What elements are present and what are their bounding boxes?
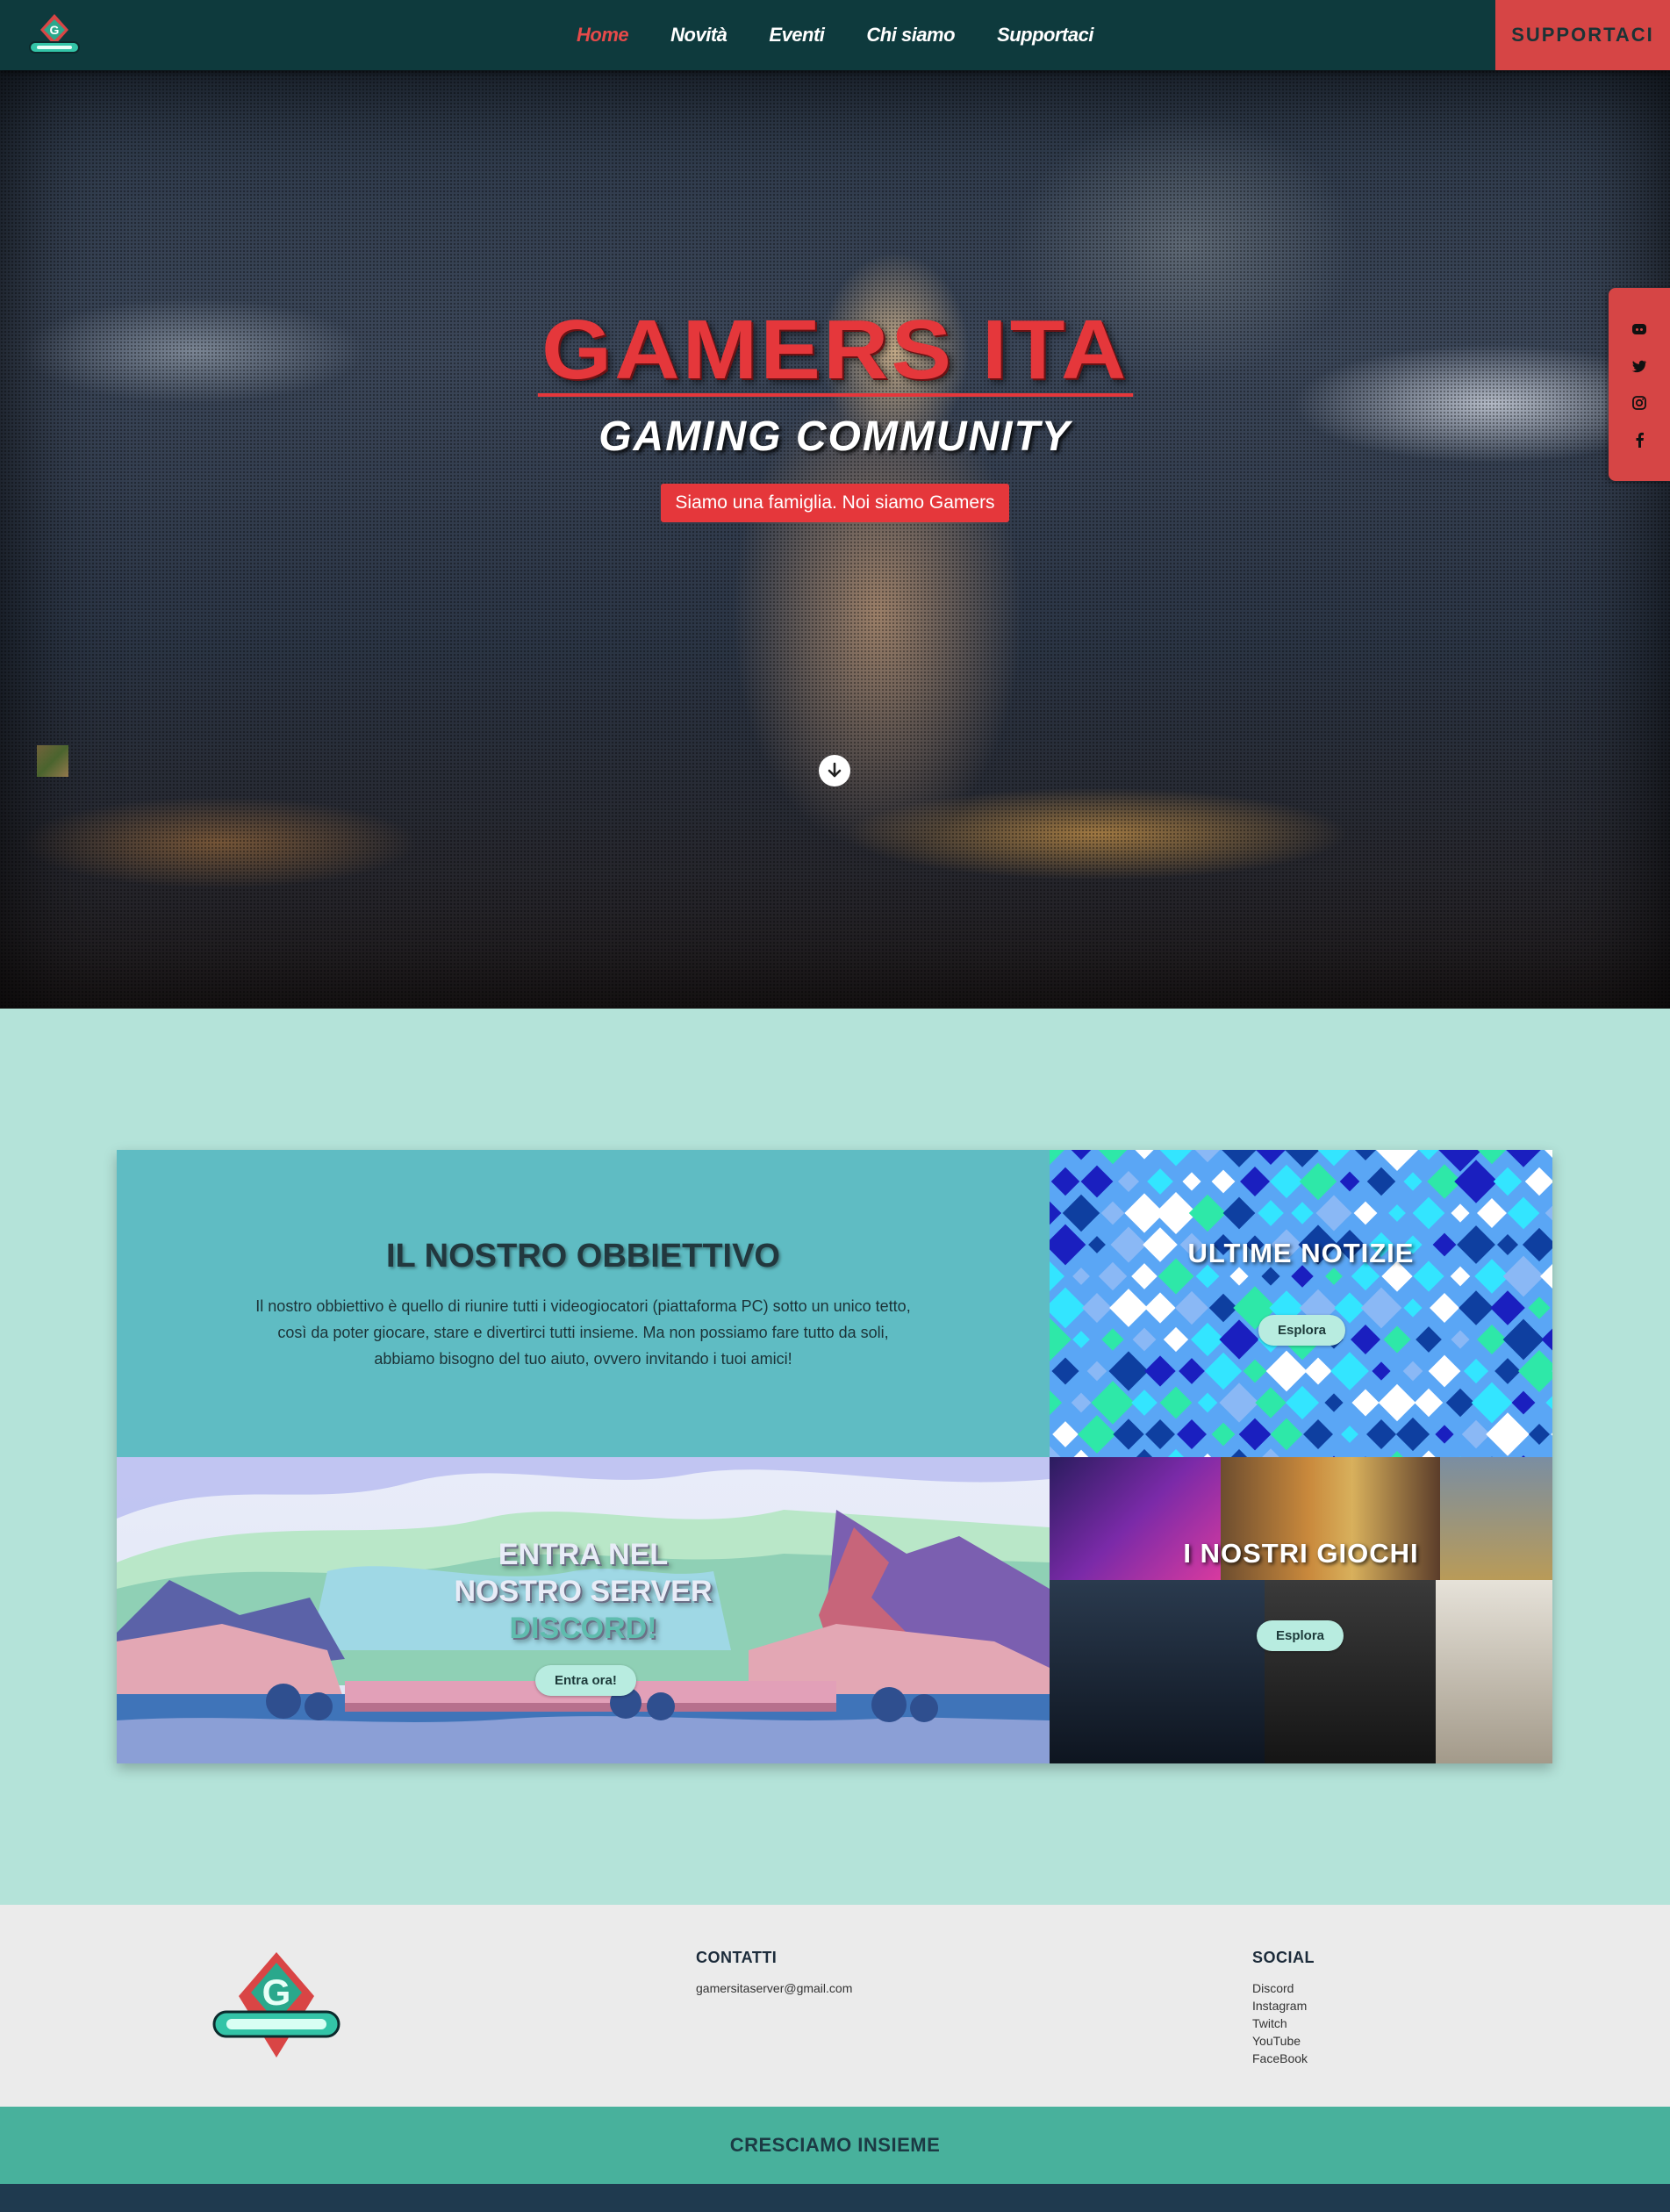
instagram-icon[interactable]	[1631, 394, 1648, 412]
game-r6-thumb	[1265, 1580, 1436, 1763]
svg-text:G: G	[262, 1971, 291, 2013]
news-title: ULTIME NOTIZIE	[1187, 1238, 1415, 1268]
social-heading: SOCIAL	[1252, 1949, 1315, 1966]
footer-social: SOCIAL Discord Instagram Twitch YouTube …	[1252, 1949, 1315, 2067]
footer-link-facebook[interactable]: FaceBook	[1252, 2050, 1315, 2067]
game-cs-thumb	[1050, 1580, 1265, 1763]
footer-link-discord[interactable]: Discord	[1252, 1979, 1315, 1997]
discord-icon[interactable]	[1631, 320, 1648, 338]
hero-thumbnail	[37, 745, 68, 777]
hero-subtitle: GAMING COMMUNITY	[598, 413, 1072, 460]
hero-content: GAMERS ITA GAMING COMMUNITY Siamo una fa…	[0, 307, 1670, 522]
top-navbar: G Home Novità Eventi Chi siamo Supportac…	[0, 0, 1670, 70]
social-sidebar	[1609, 288, 1670, 481]
goal-tile: IL NOSTRO OBBIETTIVO Il nostro obbiettiv…	[117, 1150, 1050, 1457]
footer-link-twitch[interactable]: Twitch	[1252, 2014, 1315, 2032]
footer-logo[interactable]: G	[211, 1947, 342, 2063]
hero-tagline-button[interactable]: Siamo una famiglia. Noi siamo Gamers	[661, 484, 1009, 522]
nav-link-chi-siamo[interactable]: Chi siamo	[866, 24, 955, 47]
footer-bottom-bar	[0, 2184, 1670, 2212]
nav-link-eventi[interactable]: Eventi	[769, 24, 825, 47]
news-tile[interactable]: ULTIME NOTIZIE Esplora	[1050, 1150, 1552, 1457]
hero-banner: GAMERS ITA GAMING COMMUNITY Siamo una fa…	[0, 70, 1670, 1009]
footer-link-instagram[interactable]: Instagram	[1252, 1997, 1315, 2014]
nav-link-home[interactable]: Home	[577, 24, 629, 47]
footer-slogan-band: CRESCIAMO INSIEME	[0, 2107, 1670, 2184]
goal-title: IL NOSTRO OBBIETTIVO	[386, 1238, 780, 1275]
nav-menu: Home Novità Eventi Chi siamo Supportaci	[0, 0, 1670, 70]
discord-join-button[interactable]: Entra ora!	[535, 1665, 636, 1696]
footer: G CONTATTI gamersitaserver@gmail.com SOC…	[0, 1905, 1670, 2107]
scroll-down-icon[interactable]	[819, 755, 850, 786]
footer-link-youtube[interactable]: YouTube	[1252, 2032, 1315, 2050]
twitter-icon[interactable]	[1631, 357, 1648, 375]
features-grid: IL NOSTRO OBBIETTIVO Il nostro obbiettiv…	[117, 1150, 1552, 1763]
game-r6-art-thumb	[1436, 1580, 1552, 1763]
hero-title: GAMERS ITA	[537, 307, 1133, 397]
goal-text: Il nostro obbiettivo è quello di riunire…	[255, 1297, 911, 1368]
contacts-heading: CONTATTI	[696, 1949, 778, 1966]
games-tile[interactable]: I NOSTRI GIOCHI Esplora	[1050, 1457, 1552, 1763]
discord-title-line2: NOSTRO SERVER	[454, 1575, 713, 1608]
contact-email-link[interactable]: gamersitaserver@gmail.com	[696, 1979, 852, 1997]
discord-title-line3: DISCORD!	[509, 1612, 657, 1645]
news-pattern	[1050, 1150, 1552, 1457]
discord-title: ENTRA NEL NOSTRO SERVER DISCORD!	[117, 1536, 1050, 1647]
nav-link-supportaci[interactable]: Supportaci	[997, 24, 1093, 47]
games-title: I NOSTRI GIOCHI	[1183, 1538, 1419, 1569]
games-explore-button[interactable]: Esplora	[1257, 1620, 1344, 1651]
facebook-icon[interactable]	[1631, 431, 1648, 449]
discord-tile[interactable]: ENTRA NEL NOSTRO SERVER DISCORD! Entra o…	[117, 1457, 1050, 1763]
footer-contacts: CONTATTI gamersitaserver@gmail.com	[696, 1949, 852, 1997]
nav-link-novita[interactable]: Novità	[670, 24, 727, 47]
discord-title-line1: ENTRA NEL	[498, 1538, 669, 1571]
news-explore-button[interactable]: Esplora	[1258, 1315, 1346, 1346]
supportaci-button[interactable]: SUPPORTACI	[1495, 0, 1670, 70]
